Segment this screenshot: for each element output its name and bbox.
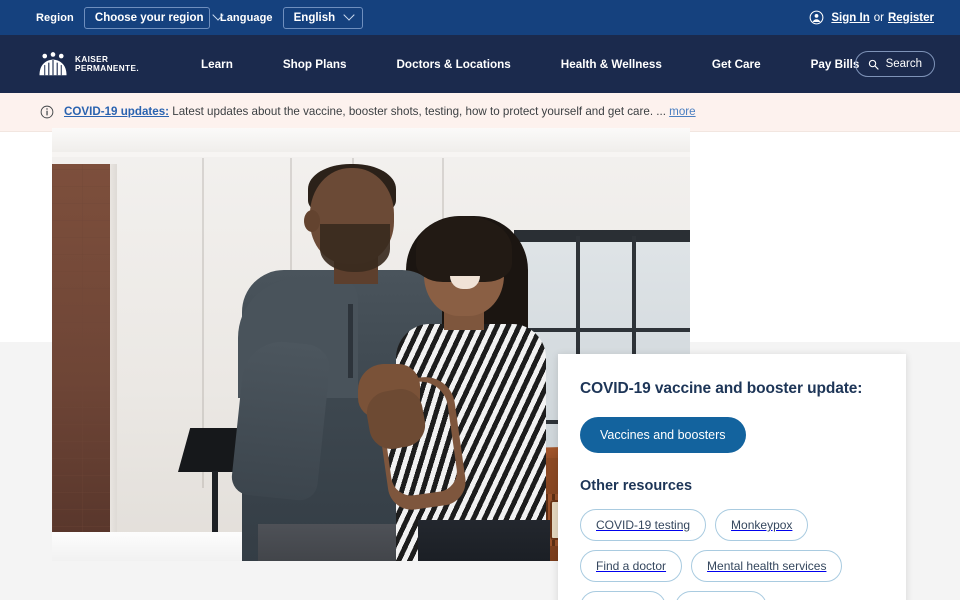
logo-wordmark: KAISER PERMANENTE.: [75, 55, 139, 73]
chip-mental-health-services[interactable]: Mental health services: [691, 550, 843, 582]
utility-bar-left: Region Choose your region Language Engli…: [0, 6, 363, 29]
chip-pharmacy[interactable]: Pharmacy: [580, 591, 667, 600]
kaiser-permanente-thrive-logo-icon: [39, 52, 67, 76]
nav-item-shop-plans[interactable]: Shop Plans: [258, 58, 372, 71]
language-dropdown-value: English: [293, 11, 336, 24]
photo-ceiling: [52, 128, 690, 154]
photo-woman-hair-front: [416, 216, 512, 282]
site-logo[interactable]: KAISER PERMANENTE.: [0, 52, 139, 76]
info-circle-icon: [40, 105, 54, 119]
logo-line-2: PERMANENTE.: [75, 64, 139, 73]
covid-alert-banner: COVID-19 updates: Latest updates about t…: [0, 93, 960, 132]
other-resources-chips: COVID-19 testing Monkeypox Find a doctor…: [580, 509, 884, 600]
chip-label: Monkeypox: [731, 518, 793, 532]
chip-shop-plans[interactable]: Shop plans: [675, 591, 768, 600]
search-button[interactable]: Search: [854, 51, 935, 77]
language-label: Language: [219, 11, 273, 24]
sign-in-link[interactable]: Sign In: [831, 12, 869, 24]
covid-updates-link[interactable]: COVID-19 updates:: [64, 105, 169, 118]
chip-covid-19-testing[interactable]: COVID-19 testing: [580, 509, 707, 541]
alert-more-link[interactable]: more: [669, 105, 695, 118]
search-button-label: Search: [885, 58, 922, 70]
photo-window-mullion: [520, 328, 690, 332]
hero-section: COVID-19 vaccine and booster update: Vac…: [0, 128, 960, 600]
nav-item-doctors-locations[interactable]: Doctors & Locations: [371, 58, 535, 71]
auth-links: Sign In or Register: [831, 12, 934, 24]
promo-card-title: COVID-19 vaccine and booster update:: [580, 380, 863, 397]
region-label: Region: [36, 11, 74, 24]
chip-label: Mental health services: [707, 559, 827, 573]
account-circle-icon: [809, 10, 824, 25]
alert-text: COVID-19 updates: Latest updates about t…: [64, 104, 696, 119]
chip-label: COVID-19 testing: [596, 518, 691, 532]
vaccines-and-boosters-button[interactable]: Vaccines and boosters: [580, 417, 746, 453]
other-resources-heading: Other resources: [580, 478, 693, 494]
nav-item-get-care[interactable]: Get Care: [687, 58, 786, 71]
utility-bar: Region Choose your region Language Engli…: [0, 0, 960, 35]
photo-man-ear: [304, 210, 320, 232]
region-dropdown[interactable]: Choose your region: [83, 6, 210, 29]
nav-links: Learn Shop Plans Doctors & Locations Hea…: [176, 58, 884, 71]
region-dropdown-value: Choose your region: [94, 11, 204, 24]
photo-man-beard: [320, 224, 390, 272]
account-links: Sign In or Register: [809, 0, 934, 35]
main-navigation: KAISER PERMANENTE. Learn Shop Plans Doct…: [0, 35, 960, 93]
photo-window-frame: [514, 230, 690, 242]
chip-find-a-doctor[interactable]: Find a doctor: [580, 550, 683, 582]
covid-promo-card: COVID-19 vaccine and booster update: Vac…: [558, 354, 906, 600]
language-dropdown[interactable]: English: [282, 6, 363, 29]
photo-lamp-stem: [212, 471, 218, 541]
nav-item-learn[interactable]: Learn: [176, 58, 258, 71]
chip-monkeypox[interactable]: Monkeypox: [715, 509, 809, 541]
photo-fireplace-edge: [110, 164, 117, 561]
photo-man-shirt-placket: [348, 304, 353, 378]
promo-card-content: COVID-19 vaccine and booster update: Vac…: [558, 354, 906, 600]
alert-message: Latest updates about the vaccine, booste…: [172, 105, 666, 119]
photo-crown-molding: [52, 152, 690, 157]
chip-label: Find a doctor: [596, 559, 667, 573]
page-root: Region Choose your region Language Engli…: [0, 0, 960, 600]
chevron-down-icon: [345, 13, 353, 22]
nav-item-health-wellness[interactable]: Health & Wellness: [536, 58, 687, 71]
search-icon: [868, 59, 879, 70]
vaccines-and-boosters-label: Vaccines and boosters: [600, 428, 726, 442]
register-link[interactable]: Register: [888, 12, 934, 24]
auth-separator: or: [873, 11, 884, 24]
logo-line-1: KAISER: [75, 54, 109, 64]
photo-woman-pants: [418, 520, 550, 561]
photo-brick-fireplace: [52, 164, 112, 561]
